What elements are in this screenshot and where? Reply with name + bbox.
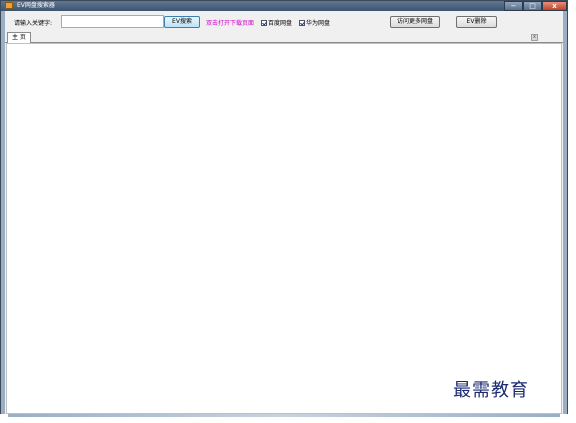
keyword-input[interactable] xyxy=(61,15,164,28)
app-icon xyxy=(5,2,13,9)
title-bar[interactable]: EV网盘搜索器 − □ x xyxy=(1,1,567,11)
huawei-pan-label: 华为网盘 xyxy=(306,20,331,27)
checkbox-checked-icon xyxy=(261,19,267,26)
minimize-button[interactable]: − xyxy=(504,1,523,11)
results-content-area[interactable] xyxy=(6,43,562,414)
visit-more-pans-button[interactable]: 访问更多网盘 xyxy=(390,16,440,28)
maximize-button[interactable]: □ xyxy=(523,1,542,11)
tab-home[interactable]: 主 页 xyxy=(7,32,31,43)
baidu-pan-checkbox[interactable]: 百度网盘 xyxy=(261,18,292,27)
close-button[interactable]: x xyxy=(542,1,567,11)
taskbar-strip xyxy=(0,414,576,423)
app-window: EV网盘搜索器 − □ x 请输入关键字: EV搜索 双击打开下载页面 百度网盘… xyxy=(0,0,568,418)
ev-search-button[interactable]: EV搜索 xyxy=(164,16,200,28)
tab-close-icon[interactable]: x xyxy=(531,34,538,41)
checkbox-checked-icon xyxy=(299,19,305,26)
client-area: 请输入关键字: EV搜索 双击打开下载页面 百度网盘 华为网盘 访问更多网盘 E… xyxy=(5,11,563,415)
open-download-page-link[interactable]: 双击打开下载页面 xyxy=(206,18,254,27)
keyword-label: 请输入关键字: xyxy=(14,20,53,27)
tab-strip: 主 页 x xyxy=(5,32,563,43)
ev-delete-button[interactable]: EV删除 xyxy=(456,16,497,28)
huawei-pan-checkbox[interactable]: 华为网盘 xyxy=(299,18,330,27)
baidu-pan-label: 百度网盘 xyxy=(268,20,293,27)
taskbar-highlight xyxy=(8,414,560,417)
watermark-text: 最需教育 xyxy=(453,380,529,401)
window-title: EV网盘搜索器 xyxy=(17,2,55,9)
